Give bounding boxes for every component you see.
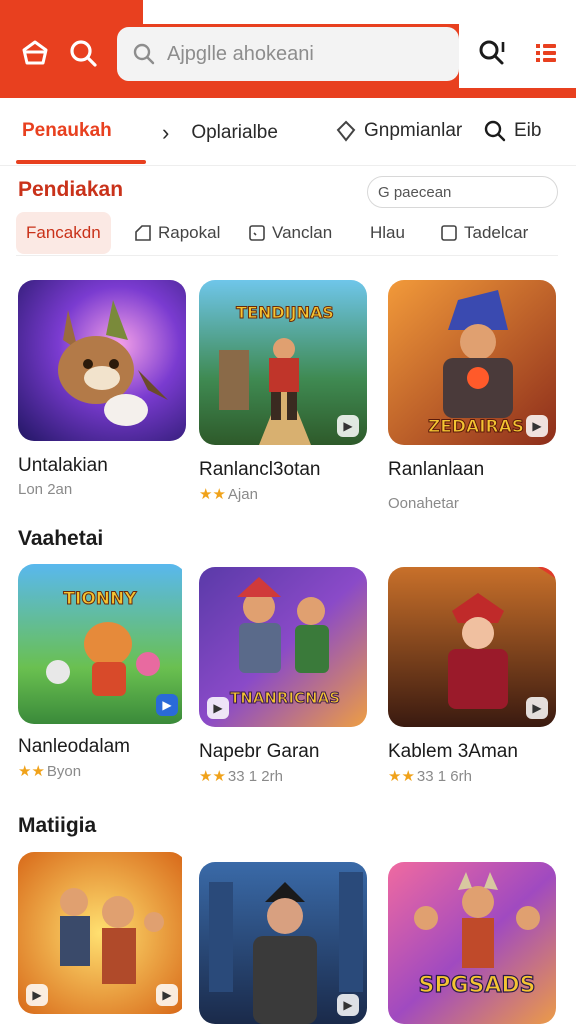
game-meta: Oonahetar	[388, 495, 556, 512]
status-area	[143, 0, 576, 24]
play-icon: ▶	[156, 694, 178, 716]
search-icon[interactable]	[66, 36, 100, 70]
menu-icon[interactable]	[529, 36, 563, 70]
play-icon: ▶	[207, 697, 229, 719]
game-meta: ★★ 33 1 6rh	[388, 767, 556, 786]
search-placeholder: Ajpglle ahokeani	[167, 42, 314, 65]
tab-3-label: Gnpmianlar	[364, 120, 463, 141]
tab-4-label: Eib	[514, 120, 542, 141]
play-icon: ▶	[156, 984, 178, 1006]
game-meta-text: Oonahetar	[388, 495, 459, 512]
game-thumbnail[interactable]: TENDIJNAS ▶	[199, 280, 367, 445]
game-title: Kablem 3Aman	[388, 741, 518, 762]
star-icon: ★★	[199, 486, 226, 503]
game-meta: ★★ Byon	[18, 762, 186, 781]
play-icon: ▶	[526, 415, 548, 437]
chip-1[interactable]: Fancakdn	[16, 212, 111, 254]
game-thumbnail[interactable]: ZEDAIRAS ▶	[388, 280, 556, 445]
tag-icon	[135, 225, 151, 241]
tab-active-indicator	[16, 160, 146, 164]
game-card[interactable]: SPGSADS	[388, 862, 556, 1024]
play-icon: ▶	[526, 697, 548, 719]
game-card[interactable]: TENDIJNAS ▶ Ranlancl3otan ★★ Ajan	[199, 280, 367, 503]
game-thumbnail[interactable]: ▶	[388, 567, 556, 727]
game-art-title: TNANRICNAS	[230, 689, 340, 707]
star-icon: ★★	[388, 768, 415, 785]
chip-3-label: Vanclan	[272, 223, 333, 242]
basket-icon[interactable]	[18, 36, 52, 70]
checkbox-icon	[249, 225, 265, 241]
game-title: Napebr Garan	[199, 741, 320, 762]
game-art-title: SPGSADS	[418, 973, 535, 998]
game-card[interactable]: TIONNY ▶ Nanleodalam ★★ Byon	[18, 564, 186, 780]
game-art-title: TENDIJNAS	[236, 303, 334, 322]
diamond-icon	[336, 120, 356, 142]
game-thumbnail[interactable]: TIONNY ▶	[18, 564, 186, 724]
game-title: Ranlanlaan	[388, 459, 485, 480]
chip-5-label: Tadelcar	[464, 223, 529, 242]
game-meta: ★★ Ajan	[199, 485, 367, 504]
chip-1-label: Fancakdn	[26, 223, 101, 242]
star-icon: ★★	[199, 768, 226, 785]
play-icon: ▶	[26, 984, 48, 1006]
search-icon	[133, 43, 155, 65]
chip-2[interactable]: Rapokal	[134, 212, 220, 254]
game-thumbnail[interactable]: ▶ ▶	[18, 852, 186, 1014]
game-art-title: ZEDAIRAS	[428, 417, 524, 437]
game-art-title: TIONNY	[63, 589, 137, 609]
game-card[interactable]: Untalakian Lon 2an	[18, 280, 186, 498]
tab-3[interactable]: Gnpmianlar	[336, 120, 462, 142]
tab-2[interactable]: › Oplarialbe	[162, 120, 278, 146]
app-header: Ajpglle ahokeani	[0, 0, 576, 98]
header-actions	[459, 24, 576, 88]
search-input[interactable]: Ajpglle ahokeani	[117, 27, 459, 81]
game-card[interactable]: ▶	[199, 862, 367, 1024]
game-card[interactable]: ▶ ▶	[18, 852, 186, 1014]
chip-4[interactable]: Hlau	[370, 212, 405, 254]
chip-3[interactable]: Vanclan	[248, 212, 332, 254]
game-meta-text: Byon	[46, 762, 82, 780]
game-card[interactable]: ▶ Kablem 3Aman ★★ 33 1 6rh	[388, 567, 556, 785]
game-meta-text: 33 1 6rh	[416, 767, 472, 785]
filter-search-placeholder: G paecean	[378, 183, 452, 201]
search-icon	[484, 120, 506, 142]
tab-bar: Penaukah › Oplarialbe Gnpmianlar Eib	[0, 98, 576, 166]
game-meta: Lon 2an	[18, 481, 186, 498]
game-meta-text: Lon 2an	[18, 481, 73, 498]
game-meta: ★★ 33 1 2rh	[199, 767, 367, 786]
play-icon: ▶	[337, 415, 359, 437]
game-title: Nanleodalam	[18, 736, 130, 757]
game-thumbnail[interactable]: TNANRICNAS ▶	[199, 567, 367, 727]
section-title: Vaahetai	[18, 527, 104, 550]
game-thumbnail[interactable]	[18, 280, 186, 441]
chip-2-label: Rapokal	[158, 223, 221, 242]
game-thumbnail[interactable]: ▶	[199, 862, 367, 1024]
tab-1[interactable]: Penaukah	[22, 120, 112, 142]
tab-1-label: Penaukah	[22, 120, 112, 141]
section-title: Matiigia	[18, 814, 97, 837]
game-title: Untalakian	[18, 455, 108, 476]
search-mic-icon[interactable]	[475, 36, 509, 70]
game-card[interactable]: ZEDAIRAS ▶ Ranlanlaan Oonahetar	[388, 280, 556, 512]
game-title: Ranlancl3otan	[199, 459, 321, 480]
filter-title: Pendiakan	[18, 178, 124, 201]
checkbox-icon	[441, 225, 457, 241]
play-icon: ▶	[337, 994, 359, 1016]
game-thumbnail[interactable]: SPGSADS	[388, 862, 556, 1024]
chip-5[interactable]: Tadelcar	[440, 212, 528, 254]
tab-2-label: Oplarialbe	[191, 122, 278, 143]
chip-4-label: Hlau	[370, 223, 405, 242]
chevron-right-icon: ›	[162, 120, 170, 145]
star-icon: ★★	[18, 763, 45, 780]
filter-search-input[interactable]: G paecean	[367, 176, 558, 208]
game-meta-text: 33 1 2rh	[227, 767, 283, 785]
game-meta-text: Ajan	[227, 485, 258, 503]
filter-chips: Fancakdn Rapokal Vanclan Hlau Tadelcar	[16, 212, 558, 256]
game-card[interactable]: TNANRICNAS ▶ Napebr Garan ★★ 33 1 2rh	[199, 567, 367, 785]
tab-4[interactable]: Eib	[484, 120, 541, 142]
